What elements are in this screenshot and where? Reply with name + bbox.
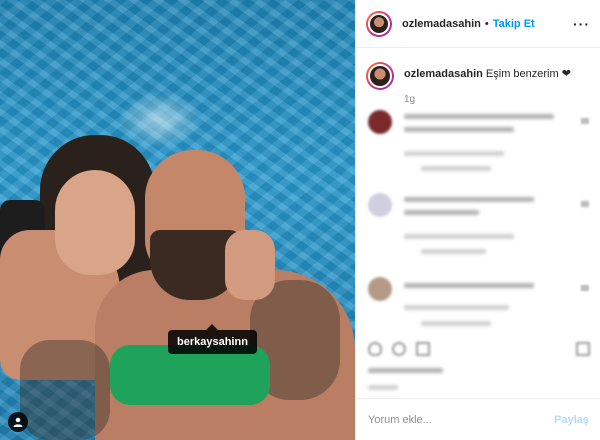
header-username[interactable]: ozlemadasahin	[402, 18, 481, 30]
comment-item	[366, 110, 591, 171]
user-tag-glyph	[13, 417, 23, 427]
caption-time: 1g	[404, 94, 416, 105]
separator-dot: •	[484, 17, 489, 30]
comment-text	[404, 197, 534, 202]
comment-text	[404, 210, 479, 215]
action-bar	[366, 340, 591, 360]
share-icon[interactable]	[416, 342, 430, 356]
follow-button[interactable]: Takip Et	[493, 18, 535, 30]
post-header: ozlemadasahin • Takip Et ···	[356, 0, 600, 48]
photo-tattoo-arm	[20, 340, 110, 440]
photo-woman-face	[55, 170, 135, 275]
post-date	[368, 385, 398, 390]
photo-hand	[225, 230, 275, 300]
user-tag-icon[interactable]	[8, 412, 28, 432]
comment-text	[404, 127, 514, 132]
post-photo[interactable]: berkaysahinn	[0, 0, 355, 440]
comment-avatar[interactable]	[368, 277, 392, 301]
comment-like-icon[interactable]	[581, 285, 589, 291]
comment-item	[366, 277, 591, 337]
comment-meta	[404, 305, 509, 310]
more-options-icon[interactable]: ···	[573, 16, 590, 32]
comment-text	[404, 114, 554, 119]
comment-meta	[404, 234, 514, 239]
comment-input[interactable]	[368, 413, 555, 426]
comment-like-icon[interactable]	[581, 118, 589, 124]
comment-icon[interactable]	[392, 342, 406, 356]
comment-replies	[421, 166, 491, 171]
comment-box: Paylaş	[356, 398, 600, 440]
caption-body: Eşim benzerim	[485, 68, 559, 80]
heart-emoji: ❤	[561, 68, 571, 80]
caption-username[interactable]: ozlemadasahin	[404, 68, 483, 80]
comment-like-icon[interactable]	[581, 201, 589, 207]
heart-icon[interactable]	[368, 342, 382, 356]
bookmark-icon[interactable]	[576, 342, 590, 356]
comment-meta	[404, 151, 504, 156]
comment-replies	[421, 249, 486, 254]
avatar[interactable]	[366, 10, 392, 37]
comment-avatar[interactable]	[368, 193, 392, 217]
comment-avatar[interactable]	[368, 110, 392, 134]
likes-count[interactable]	[368, 368, 443, 373]
photo-user-tag[interactable]: berkaysahinn	[168, 324, 257, 354]
caption: ozlemadasahin Eşim benzerim ❤	[356, 48, 600, 90]
comment-text	[404, 283, 534, 288]
comment-replies	[421, 321, 491, 326]
caption-avatar[interactable]	[366, 62, 394, 90]
comment-item	[366, 193, 591, 254]
photo-shorts	[110, 345, 270, 405]
post-sidebar: ozlemadasahin • Takip Et ··· ozlemadasah…	[355, 0, 600, 440]
post-comment-button[interactable]: Paylaş	[554, 414, 589, 426]
caption-text: ozlemadasahin Eşim benzerim ❤	[404, 67, 571, 90]
